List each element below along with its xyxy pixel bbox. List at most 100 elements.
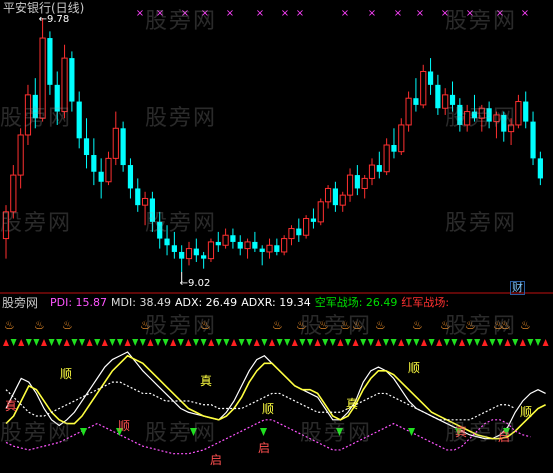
green-down-triangle xyxy=(33,339,40,346)
candle-body xyxy=(39,37,46,119)
green-down-triangle xyxy=(25,339,32,346)
green-down-triangle xyxy=(117,339,123,346)
signal-text-mark: 顺 xyxy=(262,402,274,416)
green-down-triangle xyxy=(299,339,306,346)
flame-icon: ♨ xyxy=(318,318,329,332)
candle-body xyxy=(215,241,221,246)
signal-text-mark: 真 xyxy=(5,399,17,413)
candle-body xyxy=(537,158,543,179)
green-down-triangle xyxy=(474,339,481,346)
legend-item: ADX: 26.49 xyxy=(174,296,238,309)
flame-icon: ♨ xyxy=(412,318,423,332)
red-up-triangle xyxy=(18,339,25,346)
candle-body xyxy=(120,128,126,166)
candle-body xyxy=(442,94,449,109)
candle-body xyxy=(530,121,536,159)
red-up-triangle xyxy=(86,339,93,346)
red-up-triangle xyxy=(291,339,298,346)
green-signal-marker xyxy=(80,428,87,436)
candle-body xyxy=(346,174,354,196)
candle-body xyxy=(193,248,199,256)
candle-body xyxy=(207,241,215,260)
candle-body xyxy=(222,234,229,246)
green-down-triangle xyxy=(307,339,313,346)
candle-body xyxy=(523,101,529,122)
flame-icon: ♨ xyxy=(500,318,511,332)
red-up-triangle xyxy=(459,339,465,346)
flame-icon: ♨ xyxy=(340,318,351,332)
candle-body xyxy=(471,111,478,119)
red-up-triangle xyxy=(3,339,9,346)
candle-body xyxy=(296,228,302,236)
red-up-triangle xyxy=(63,339,70,346)
green-down-triangle xyxy=(132,339,139,346)
red-up-triangle xyxy=(352,339,359,346)
candle-body xyxy=(83,138,90,156)
signal-text-mark: 启 xyxy=(498,430,510,444)
candle-body xyxy=(141,197,149,206)
flame-icon: ♨ xyxy=(4,318,15,332)
green-down-triangle xyxy=(79,339,85,346)
candle-body xyxy=(244,241,251,250)
green-down-triangle xyxy=(246,339,253,346)
green-down-triangle xyxy=(193,339,199,346)
candle-body xyxy=(54,84,60,112)
green-down-triangle xyxy=(238,339,245,346)
candle-body xyxy=(324,187,332,203)
green-down-triangle xyxy=(48,339,55,346)
red-up-triangle xyxy=(208,339,215,346)
candle-body xyxy=(420,70,427,106)
green-down-triangle xyxy=(390,339,397,346)
signal-text-mark: 顺 xyxy=(60,367,72,381)
flame-icon: ♨ xyxy=(440,318,451,332)
candle-body xyxy=(449,94,456,105)
green-down-triangle xyxy=(443,339,450,346)
green-down-triangle xyxy=(413,339,420,346)
green-down-triangle xyxy=(322,339,329,346)
red-up-triangle xyxy=(147,339,154,346)
candle-body xyxy=(17,134,24,176)
candle-body xyxy=(98,171,104,182)
signal-text-mark: 真 xyxy=(455,425,467,439)
green-down-triangle xyxy=(94,339,101,346)
red-up-triangle xyxy=(375,339,382,346)
candle-body xyxy=(201,255,207,259)
green-down-triangle xyxy=(177,339,184,346)
candle-body xyxy=(368,164,376,179)
red-up-triangle xyxy=(436,339,443,346)
red-up-triangle xyxy=(504,339,511,346)
candle-body xyxy=(493,114,500,123)
candle-body xyxy=(185,248,193,260)
red-up-triangle xyxy=(421,339,427,346)
candle-body xyxy=(149,198,155,222)
candle-body xyxy=(259,248,265,252)
indicator-panel-label: 股旁网 xyxy=(2,296,39,310)
candle-body xyxy=(288,228,295,240)
candle-body xyxy=(24,94,32,136)
candle-body xyxy=(91,155,97,172)
green-down-triangle xyxy=(139,339,146,346)
flame-icon: ♨ xyxy=(352,318,363,332)
candle-body xyxy=(10,174,17,213)
indicator-panel: ♨ ♨ ♨ ♨ ♨ ♨ ♨ ♨ ♨ ♨ ♨ ♨ ♨ ♨ ♨♨ ♨真顺顺真顺启启真顺真 启顺 xyxy=(3,318,549,467)
marker-x: × xyxy=(256,8,264,19)
signal-text-mark: 真 xyxy=(346,397,358,411)
marker-x: × xyxy=(441,8,449,19)
marker-x: × xyxy=(416,8,424,19)
candle-body xyxy=(339,194,346,206)
red-up-triangle xyxy=(269,339,275,346)
flame-icon: ♨ xyxy=(272,318,283,332)
red-up-triangle xyxy=(519,339,526,346)
flame-icon: ♨ xyxy=(375,318,386,332)
flame-icon: ♨ xyxy=(140,318,151,332)
candle-body xyxy=(391,145,397,152)
green-signal-marker xyxy=(260,428,267,436)
marker-x: × xyxy=(466,8,474,19)
chart-title: 平安银行(日线) xyxy=(3,1,85,15)
green-down-triangle xyxy=(428,339,435,346)
candle-body xyxy=(171,245,177,252)
green-down-triangle xyxy=(367,339,374,346)
flame-icon: ♨ xyxy=(62,318,73,332)
candle-body xyxy=(478,107,485,119)
green-down-triangle xyxy=(162,339,169,346)
